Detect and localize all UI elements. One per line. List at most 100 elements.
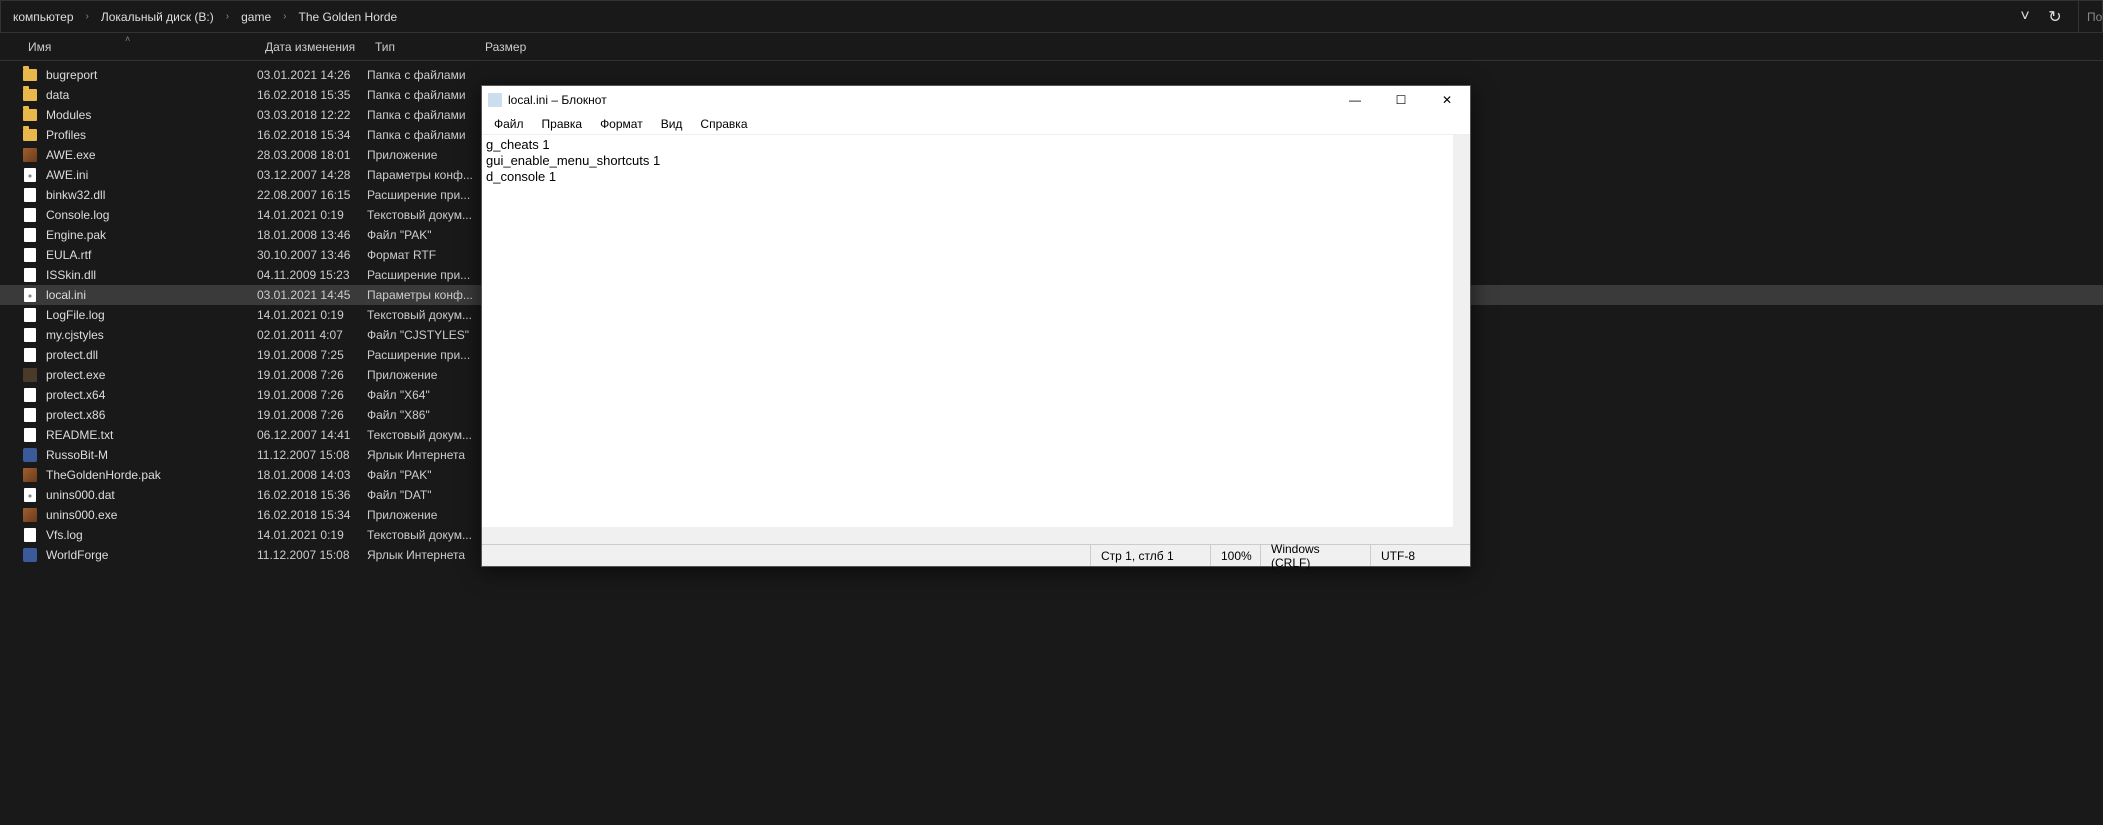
file-name: AWE.ini — [40, 168, 257, 182]
file-icon — [20, 248, 40, 262]
breadcrumb-segment[interactable]: game — [237, 8, 275, 26]
file-name: my.cjstyles — [40, 328, 257, 342]
refresh-icon[interactable]: ↻ — [2040, 1, 2070, 32]
menu-вид[interactable]: Вид — [653, 115, 691, 133]
ini-icon — [20, 168, 40, 182]
file-name: data — [40, 88, 257, 102]
menu-файл[interactable]: Файл — [486, 115, 532, 133]
folder-icon — [20, 69, 40, 81]
file-date: 19.01.2008 7:26 — [257, 388, 367, 402]
file-type: Приложение — [367, 508, 477, 522]
notepad-titlebar[interactable]: local.ini – Блокнот ― ☐ ✕ — [482, 86, 1470, 114]
file-name: protect.x64 — [40, 388, 257, 402]
file-icon — [20, 308, 40, 322]
breadcrumb-segment[interactable]: компьютер — [9, 8, 78, 26]
file-date: 06.12.2007 14:41 — [257, 428, 367, 442]
file-date: 19.01.2008 7:26 — [257, 368, 367, 382]
close-button[interactable]: ✕ — [1424, 86, 1470, 114]
file-date: 03.03.2018 12:22 — [257, 108, 367, 122]
file-date: 14.01.2021 0:19 — [257, 208, 367, 222]
status-position: Стр 1, стлб 1 — [1090, 545, 1210, 566]
notepad-window: local.ini – Блокнот ― ☐ ✕ ФайлПравкаФорм… — [481, 85, 1471, 567]
file-name: unins000.dat — [40, 488, 257, 502]
file-date: 19.01.2008 7:25 — [257, 348, 367, 362]
menu-правка[interactable]: Правка — [534, 115, 591, 133]
file-name: Engine.pak — [40, 228, 257, 242]
menu-справка[interactable]: Справка — [692, 115, 755, 133]
ini-icon — [20, 488, 40, 502]
file-type: Текстовый докум... — [367, 528, 477, 542]
notepad-menubar: ФайлПравкаФорматВидСправка — [482, 114, 1470, 134]
scrollbar-vertical[interactable] — [1453, 135, 1470, 527]
chevron-right-icon: › — [82, 11, 93, 22]
notepad-textarea[interactable]: g_cheats 1 gui_enable_menu_shortcuts 1 d… — [482, 134, 1470, 527]
file-row[interactable]: bugreport03.01.2021 14:26Папка с файлами — [0, 65, 2103, 85]
file-type: Папка с файлами — [367, 108, 477, 122]
columns-header: Имя Дата изменения Тип Размер — [0, 33, 2103, 61]
file-date: 16.02.2018 15:36 — [257, 488, 367, 502]
file-type: Файл "PAK" — [367, 468, 477, 482]
file-date: 16.02.2018 15:34 — [257, 128, 367, 142]
file-type: Параметры конф... — [367, 168, 477, 182]
file-name: LogFile.log — [40, 308, 257, 322]
file-date: 11.12.2007 15:08 — [257, 448, 367, 462]
menu-формат[interactable]: Формат — [592, 115, 651, 133]
file-icon — [20, 528, 40, 542]
file-type: Папка с файлами — [367, 128, 477, 142]
file-name: protect.exe — [40, 368, 257, 382]
file-date: 14.01.2021 0:19 — [257, 528, 367, 542]
file-icon — [20, 188, 40, 202]
column-date[interactable]: Дата изменения — [257, 40, 367, 54]
folder-icon — [20, 89, 40, 101]
file-type: Приложение — [367, 148, 477, 162]
file-name: bugreport — [40, 68, 257, 82]
status-eol: Windows (CRLF) — [1260, 545, 1370, 566]
search-input[interactable]: По — [2078, 1, 2102, 32]
file-type: Текстовый докум... — [367, 208, 477, 222]
file-name: AWE.exe — [40, 148, 257, 162]
file-type: Файл "CJSTYLES" — [367, 328, 477, 342]
dropdown-icon[interactable]: ˅ — [2010, 1, 2040, 32]
column-size[interactable]: Размер — [477, 40, 557, 54]
maximize-button[interactable]: ☐ — [1378, 86, 1424, 114]
file-date: 18.01.2008 13:46 — [257, 228, 367, 242]
file-type: Текстовый докум... — [367, 428, 477, 442]
file-type: Текстовый докум... — [367, 308, 477, 322]
address-bar: компьютер›Локальный диск (B:)›game›The G… — [0, 0, 2103, 33]
file-name: Console.log — [40, 208, 257, 222]
minimize-button[interactable]: ― — [1332, 86, 1378, 114]
file-date: 03.12.2007 14:28 — [257, 168, 367, 182]
file-date: 30.10.2007 13:46 — [257, 248, 367, 262]
breadcrumb-segment[interactable]: The Golden Horde — [294, 8, 401, 26]
file-icon — [20, 268, 40, 282]
exe-icon — [20, 368, 40, 382]
folder-icon — [20, 109, 40, 121]
file-type: Расширение при... — [367, 188, 477, 202]
chevron-right-icon: › — [279, 11, 290, 22]
file-name: EULA.rtf — [40, 248, 257, 262]
column-type[interactable]: Тип — [367, 40, 477, 54]
column-name[interactable]: Имя — [20, 40, 257, 54]
file-date: 03.01.2021 14:45 — [257, 288, 367, 302]
file-icon — [20, 208, 40, 222]
file-name: RussoBit-M — [40, 448, 257, 462]
file-date: 02.01.2011 4:07 — [257, 328, 367, 342]
app-icon — [20, 508, 40, 522]
app-icon — [20, 468, 40, 482]
file-name: Modules — [40, 108, 257, 122]
breadcrumb-segment[interactable]: Локальный диск (B:) — [97, 8, 218, 26]
file-date: 03.01.2021 14:26 — [257, 68, 367, 82]
folder-icon — [20, 129, 40, 141]
file-icon — [20, 408, 40, 422]
ini-icon — [20, 288, 40, 302]
breadcrumb[interactable]: компьютер›Локальный диск (B:)›game›The G… — [1, 8, 2010, 26]
link-icon — [20, 548, 40, 562]
file-type: Параметры конф... — [367, 288, 477, 302]
file-type: Приложение — [367, 368, 477, 382]
sort-indicator-icon: ˄ — [125, 34, 130, 44]
notepad-title: local.ini – Блокнот — [508, 93, 1332, 107]
link-icon — [20, 448, 40, 462]
file-name: protect.dll — [40, 348, 257, 362]
file-type: Расширение при... — [367, 348, 477, 362]
file-name: local.ini — [40, 288, 257, 302]
